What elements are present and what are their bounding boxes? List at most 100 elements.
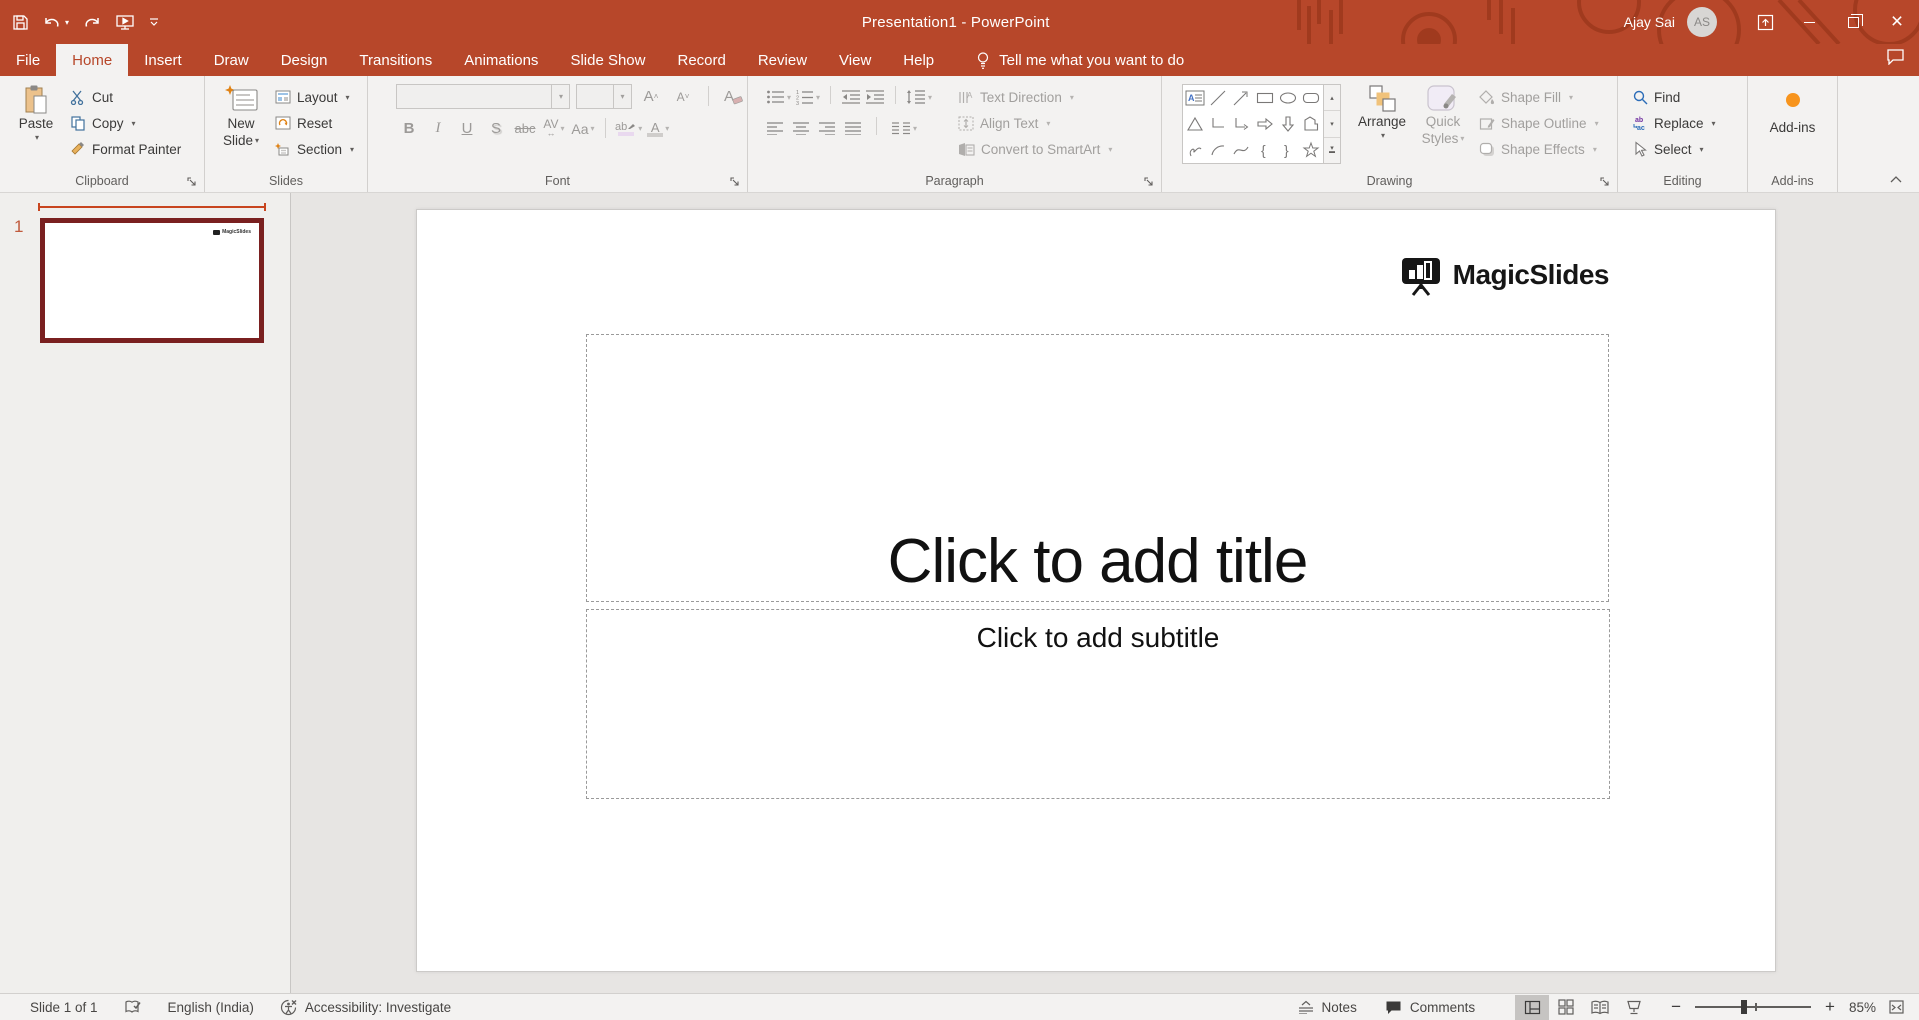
zoom-level[interactable]: 85% (1849, 1000, 1876, 1015)
tab-record[interactable]: Record (661, 44, 741, 76)
shapes-gallery[interactable]: A {} ▴ ▾ ▾ ▬ (1182, 84, 1341, 164)
cut-button[interactable]: Cut (70, 84, 181, 110)
restore-button[interactable] (1831, 0, 1875, 44)
shape-folded-corner-icon[interactable] (1302, 115, 1320, 133)
zoom-slider-thumb[interactable] (1741, 1000, 1748, 1014)
user-name[interactable]: Ajay Sai (1624, 14, 1675, 30)
tab-design[interactable]: Design (265, 44, 344, 76)
align-right-button[interactable] (818, 121, 836, 135)
underline-button[interactable]: U (454, 116, 480, 141)
character-spacing-dropdown-icon[interactable]: ▾ (561, 124, 565, 133)
comments-toggle[interactable]: Comments (1385, 1000, 1475, 1015)
shapes-scroll-up-icon[interactable]: ▴ (1324, 85, 1340, 112)
shape-star-icon[interactable] (1302, 141, 1320, 159)
columns-button[interactable]: ▾ (891, 121, 917, 135)
shape-arc-icon[interactable] (1209, 141, 1227, 159)
subtitle-placeholder[interactable]: Click to add subtitle (586, 609, 1610, 799)
highlight-color-button[interactable]: ab ▾ (615, 116, 642, 141)
view-normal-button[interactable] (1515, 994, 1550, 1020)
align-text-button[interactable]: Align Text ▾ (958, 110, 1112, 136)
shapes-gallery-scrollbar[interactable]: ▴ ▾ ▾ ▬ (1324, 84, 1341, 164)
strikethrough-button[interactable]: abc (512, 116, 538, 141)
align-center-button[interactable] (792, 121, 810, 135)
line-spacing-button[interactable]: ▾ (906, 89, 932, 105)
arrange-button[interactable]: Arrange ▾ (1351, 84, 1413, 164)
section-dropdown-icon[interactable]: ▾ (350, 145, 354, 154)
character-spacing-button[interactable]: AV ↔ ▾ (541, 116, 567, 141)
increase-indent-button[interactable] (865, 89, 885, 105)
share-comment-icon[interactable] (1886, 48, 1905, 65)
shape-down-arrow-icon[interactable] (1279, 115, 1297, 133)
zoom-slider[interactable] (1695, 1000, 1812, 1014)
italic-button[interactable]: I (425, 116, 451, 141)
zoom-in-button[interactable]: + (1821, 997, 1839, 1017)
zoom-out-button[interactable]: − (1667, 997, 1685, 1017)
convert-to-smartart-button[interactable]: Convert to SmartArt ▾ (958, 136, 1112, 162)
copy-dropdown-icon[interactable]: ▾ (132, 119, 136, 128)
save-icon[interactable] (12, 14, 29, 31)
undo-dropdown-icon[interactable]: ▾ (65, 18, 69, 27)
language-indicator[interactable]: English (India) (168, 1000, 254, 1015)
shape-oval-icon[interactable] (1279, 89, 1297, 107)
layout-dropdown-icon[interactable]: ▾ (346, 93, 350, 102)
slide-thumbnail[interactable]: MagicSlides (40, 218, 264, 343)
shape-fill-button[interactable]: Shape Fill ▾ (1479, 84, 1599, 110)
select-dropdown-icon[interactable]: ▾ (1700, 145, 1704, 154)
quick-styles-button[interactable]: Quick Styles ▾ (1415, 84, 1471, 164)
section-button[interactable]: Section ▾ (275, 136, 354, 162)
shape-arrow-icon[interactable] (1232, 89, 1250, 107)
collapse-ribbon-icon[interactable] (1889, 175, 1903, 184)
customize-quick-access-icon[interactable] (149, 17, 159, 27)
tab-insert[interactable]: Insert (128, 44, 198, 76)
paste-dropdown-icon[interactable]: ▾ (35, 133, 39, 143)
select-button[interactable]: Select ▾ (1632, 136, 1747, 162)
tab-file[interactable]: File (0, 44, 56, 76)
replace-dropdown-icon[interactable]: ▾ (1712, 119, 1716, 128)
tab-help[interactable]: Help (887, 44, 950, 76)
fit-slide-to-window-icon[interactable] (1888, 999, 1905, 1015)
align-left-button[interactable] (766, 121, 784, 135)
paste-button[interactable]: Paste ▾ (12, 84, 60, 162)
shrink-font-button[interactable]: A ˅ (670, 84, 696, 109)
tab-animations[interactable]: Animations (448, 44, 554, 76)
new-slide-dropdown-icon[interactable]: ▾ (255, 136, 259, 146)
view-slide-sorter-button[interactable] (1549, 995, 1583, 1020)
find-button[interactable]: Find (1632, 84, 1747, 110)
minimize-button[interactable] (1787, 0, 1831, 44)
font-name-combobox[interactable]: ▾ (396, 84, 571, 109)
shape-curve-icon[interactable] (1232, 141, 1250, 159)
notes-toggle[interactable]: Notes (1298, 1000, 1357, 1015)
title-placeholder[interactable]: Click to add title (586, 334, 1609, 602)
bold-button[interactable]: B (396, 116, 422, 141)
redo-button[interactable] (83, 14, 101, 30)
highlight-dropdown-icon[interactable]: ▾ (638, 124, 642, 133)
shape-scribble-icon[interactable] (1186, 141, 1204, 159)
justify-button[interactable] (844, 121, 862, 135)
shapes-scroll-down-icon[interactable]: ▾ (1324, 111, 1340, 138)
addins-button[interactable]: Add-ins (1770, 90, 1815, 137)
shape-elbow-connector-icon[interactable] (1209, 115, 1227, 133)
layout-button[interactable]: Layout ▾ (275, 84, 354, 110)
view-slideshow-button[interactable] (1617, 995, 1651, 1020)
accessibility-status[interactable]: Accessibility: Investigate (280, 999, 451, 1016)
tab-transitions[interactable]: Transitions (343, 44, 448, 76)
copy-button[interactable]: Copy ▾ (70, 110, 181, 136)
bullets-button[interactable]: ▾ (766, 89, 791, 105)
font-size-combobox[interactable]: ▾ (576, 84, 633, 109)
change-case-dropdown-icon[interactable]: ▾ (591, 124, 595, 133)
decrease-indent-button[interactable] (841, 89, 861, 105)
close-button[interactable]: × (1875, 0, 1919, 44)
avatar[interactable]: AS (1687, 7, 1717, 37)
tab-slide-show[interactable]: Slide Show (554, 44, 661, 76)
replace-button[interactable]: ab ac Replace ▾ (1632, 110, 1747, 136)
start-from-beginning-icon[interactable] (115, 14, 135, 31)
tab-draw[interactable]: Draw (198, 44, 265, 76)
text-shadow-button[interactable]: S (483, 116, 509, 141)
view-reading-button[interactable] (1583, 995, 1617, 1020)
shapes-more-icon[interactable]: ▾ ▬ (1324, 138, 1340, 163)
format-painter-button[interactable]: Format Painter (70, 136, 181, 162)
shape-right-brace-icon[interactable]: } (1279, 141, 1297, 159)
spell-check-icon[interactable] (124, 999, 142, 1015)
shape-left-brace-icon[interactable]: { (1256, 141, 1274, 159)
font-dialog-launcher-icon[interactable] (730, 177, 740, 187)
